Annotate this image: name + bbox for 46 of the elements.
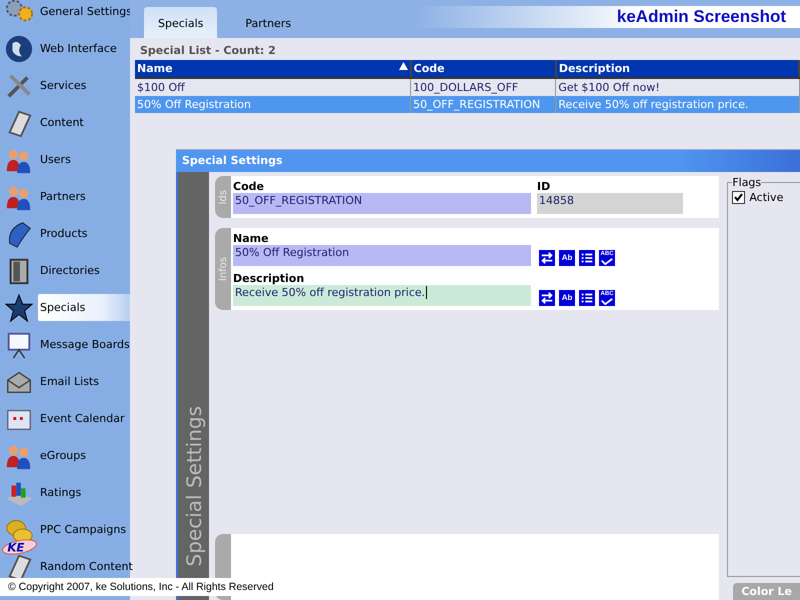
side-label: Special Settings: [182, 406, 206, 566]
sidebar-item[interactable]: Email Lists: [38, 373, 130, 390]
group-label: Infos: [218, 256, 229, 282]
sidebar-item[interactable]: eGroups: [38, 447, 130, 464]
swap-button[interactable]: [539, 250, 556, 266]
swap-button[interactable]: [539, 290, 556, 306]
sidebar-item[interactable]: Services: [38, 77, 130, 94]
field-label: Name: [233, 232, 270, 245]
column-header[interactable]: Name: [135, 60, 411, 78]
panel-title: Special Settings: [176, 150, 800, 172]
checkbox-label: Active: [749, 191, 784, 204]
sidebar-item[interactable]: Web Interface: [38, 40, 130, 57]
id-field[interactable]: 14858: [537, 193, 684, 214]
list-button[interactable]: [579, 290, 596, 306]
field-label: ID: [537, 180, 552, 193]
sidebar-item[interactable]: Specials: [38, 294, 130, 321]
checkbox[interactable]: [732, 191, 746, 204]
list-title: Special List - Count: 2: [139, 43, 277, 59]
sidebar-item[interactable]: Partners: [38, 188, 130, 205]
list-button[interactable]: [579, 250, 596, 266]
star-icon: [4, 292, 34, 322]
group-label: Ids: [218, 190, 229, 204]
sidebar-item[interactable]: General Settings: [38, 3, 132, 20]
format-button[interactable]: Ab: [559, 290, 576, 306]
sidebar-item[interactable]: Ratings: [38, 484, 130, 501]
sidebar-item[interactable]: Content: [38, 114, 130, 131]
field-label: Code: [233, 180, 265, 193]
sidebar-item[interactable]: Random Content: [38, 558, 133, 575]
format-button[interactable]: Ab: [559, 250, 576, 266]
sidebar-item[interactable]: PPC Campaigns: [38, 521, 130, 538]
checkmark-icon: [600, 258, 614, 264]
text-field[interactable]: 50% Off Registration: [233, 245, 532, 266]
column-header[interactable]: Description: [556, 60, 799, 78]
field-label: Description: [233, 272, 306, 285]
sidebar-item[interactable]: Directories: [38, 262, 130, 279]
fieldset-legend: Flags: [732, 176, 762, 189]
tab[interactable]: Partners: [231, 7, 306, 38]
sidebar-item[interactable]: Products: [38, 225, 130, 242]
text-field[interactable]: Receive 50% off registration price.: [233, 285, 532, 306]
text-field[interactable]: 50_OFF_REGISTRATION: [233, 193, 532, 214]
sidebar-item[interactable]: Event Calendar: [38, 410, 130, 427]
column-header[interactable]: Code: [410, 60, 556, 78]
checkmark-icon: [600, 298, 614, 304]
sidebar-item[interactable]: Message Boards: [38, 336, 130, 353]
sidebar-item[interactable]: Users: [38, 151, 130, 168]
tab[interactable]: Specials: [144, 7, 218, 38]
